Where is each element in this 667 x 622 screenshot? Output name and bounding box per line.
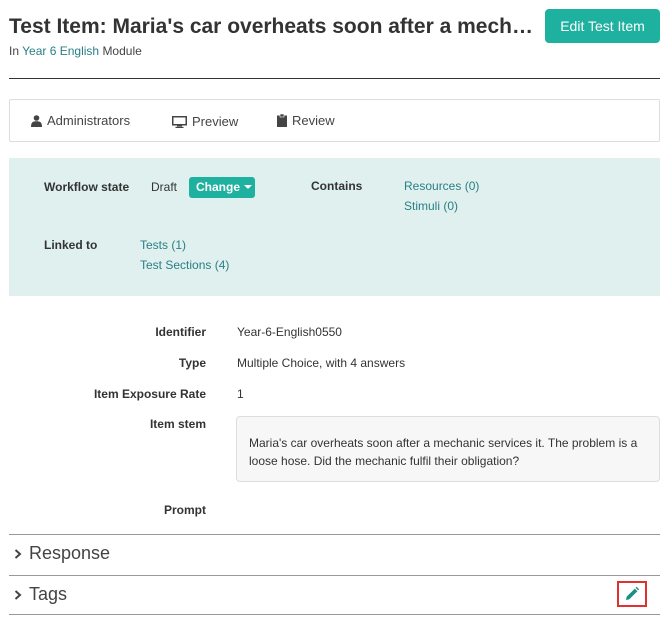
page-title: Test Item: Maria's car overheats soon af…	[9, 15, 539, 38]
exposure-rate-label: Item Exposure Rate	[93, 387, 206, 401]
header-divider	[9, 78, 660, 79]
module-link[interactable]: Year 6 English	[22, 44, 99, 58]
chevron-right-icon	[14, 548, 22, 559]
change-button-label: Change	[196, 180, 241, 194]
info-panel: Workflow state Draft Change Contains Res…	[9, 158, 660, 296]
stimuli-link[interactable]: Stimuli (0)	[404, 199, 458, 213]
caret-down-icon	[244, 185, 253, 189]
exposure-rate-value: 1	[237, 387, 244, 401]
section-divider	[9, 575, 660, 576]
edit-tags-button[interactable]	[617, 581, 647, 607]
type-value: Multiple Choice, with 4 answers	[237, 356, 406, 370]
type-label: Type	[178, 356, 206, 370]
module-subtitle: In Year 6 English Module	[9, 44, 142, 58]
tests-link[interactable]: Tests (1)	[140, 238, 186, 252]
response-section-label: Response	[29, 543, 111, 563]
tags-section-label: Tags	[29, 584, 68, 604]
pencil-icon	[624, 586, 640, 602]
item-stem-box: Maria's car overheats soon after a mecha…	[236, 416, 660, 482]
item-tabs: Administrators Preview Review	[9, 99, 660, 142]
test-sections-link[interactable]: Test Sections (4)	[140, 258, 229, 272]
identifier-value: Year-6-English0550	[237, 325, 342, 339]
subtitle-prefix: In	[9, 44, 20, 58]
section-divider	[9, 614, 660, 615]
change-state-button[interactable]: Change	[189, 177, 255, 198]
tab-administrators[interactable]: Administrators	[31, 100, 130, 141]
user-icon	[31, 114, 42, 127]
tab-label: Administrators	[47, 113, 131, 128]
prompt-label: Prompt	[164, 503, 206, 517]
chevron-right-icon	[14, 589, 22, 600]
section-divider	[9, 534, 660, 535]
resources-link[interactable]: Resources (0)	[404, 179, 479, 193]
tab-preview[interactable]: Preview	[172, 101, 238, 142]
monitor-icon	[172, 115, 187, 128]
workflow-state-label: Workflow state	[44, 180, 130, 194]
edit-test-item-button[interactable]: Edit Test Item	[545, 9, 660, 43]
item-stem-label: Item stem	[149, 417, 206, 431]
clipboard-icon	[277, 114, 287, 127]
tags-section-toggle[interactable]: Tags	[14, 584, 67, 605]
response-section-toggle[interactable]: Response	[14, 543, 110, 564]
tab-label: Preview	[192, 114, 239, 129]
workflow-state-value: Draft	[151, 180, 178, 194]
linked-to-label: Linked to	[44, 238, 98, 252]
identifier-label: Identifier	[155, 325, 206, 339]
contains-label: Contains	[311, 179, 363, 193]
tab-review[interactable]: Review	[277, 100, 335, 141]
subtitle-suffix: Module	[102, 44, 142, 58]
tab-label: Review	[292, 113, 335, 128]
